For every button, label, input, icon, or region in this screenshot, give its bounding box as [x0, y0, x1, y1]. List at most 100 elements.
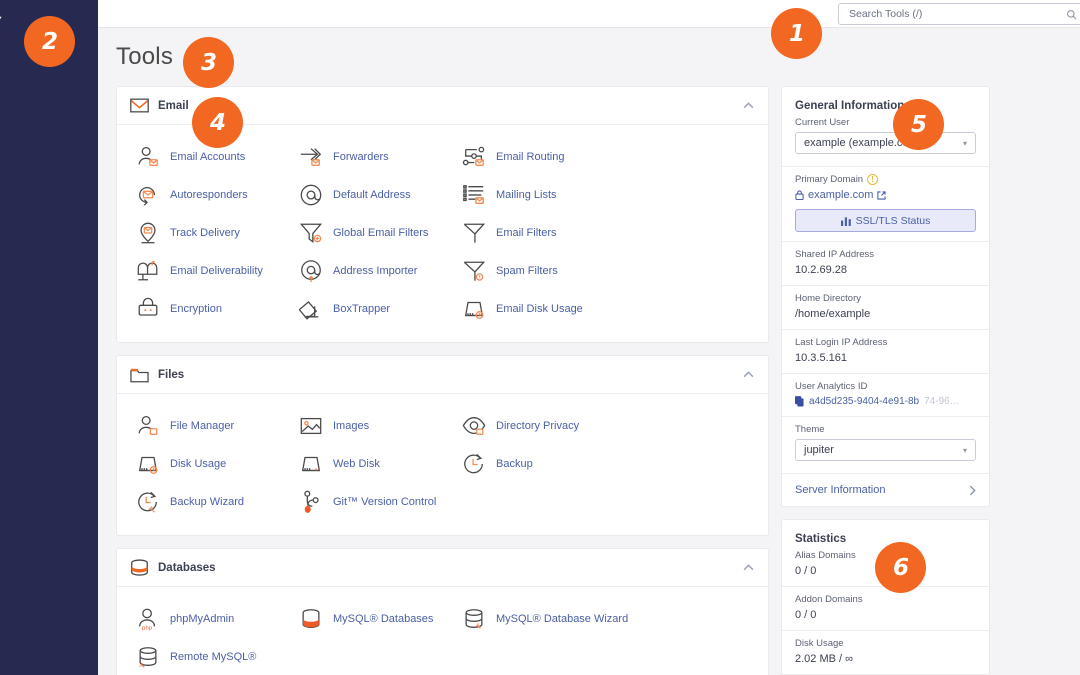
content-area: Email E	[98, 86, 1080, 675]
tool-mysql-database-wizard[interactable]: MySQL® Database Wizard	[443, 600, 606, 638]
tool-email-filters[interactable]: Email Filters	[443, 214, 606, 252]
user-analytics-id-value: a4d5d235-9404-4e91-8b	[809, 396, 919, 407]
statistic-label: Addon Domains	[795, 594, 976, 605]
tool-backup[interactable]: Backup	[443, 445, 606, 483]
annotation-badge-2: 2	[24, 16, 75, 67]
tool-label: Disk Usage	[170, 458, 226, 470]
routing-nodes-icon	[461, 144, 487, 170]
external-link-icon[interactable]	[877, 191, 886, 200]
chevron-down-icon: ▾	[963, 139, 967, 148]
last-login-ip-row: Last Login IP Address 10.3.5.161	[782, 329, 989, 373]
annotation-badge-4: 4	[192, 97, 243, 148]
ssl-tls-status-button[interactable]: SSL/TLS Status	[795, 209, 976, 232]
tool-directory-privacy[interactable]: Directory Privacy	[443, 407, 606, 445]
autoresponder-icon	[135, 182, 161, 208]
statistic-label: Disk Usage	[795, 638, 976, 649]
theme-select[interactable]: jupiter ▾	[795, 439, 976, 461]
tool-phpmyadmin[interactable]: php phpMyAdmin	[117, 600, 280, 638]
user-analytics-id-value-row[interactable]: a4d5d235-9404-4e91-8b74-96…	[795, 396, 976, 407]
chevron-down-icon: ▾	[963, 446, 967, 455]
statistics-row: Disk Usage 2.02 MB / ∞	[782, 630, 989, 674]
tool-mailing-lists[interactable]: Mailing Lists	[443, 176, 606, 214]
tool-global-email-filters[interactable]: Global Email Filters	[280, 214, 443, 252]
statistic-value: 2.02 MB / ∞	[795, 653, 976, 665]
tool-label: Spam Filters	[496, 265, 558, 277]
mailbox-icon	[135, 258, 161, 284]
tool-label: Encryption	[170, 303, 222, 315]
statistic-value: 0 / 0	[795, 609, 976, 621]
last-login-ip-label: Last Login IP Address	[795, 337, 976, 348]
tool-track-delivery[interactable]: Track Delivery	[117, 214, 280, 252]
user-analytics-id-row: User Analytics ID a4d5d235-9404-4e91-8b7…	[782, 373, 989, 416]
annotation-badge-1: 1	[771, 8, 822, 59]
home-directory-row: Home Directory /home/example	[782, 285, 989, 329]
section-header-files[interactable]: Files	[117, 356, 768, 394]
database-filled-icon	[298, 606, 324, 632]
tool-autoresponders[interactable]: Autoresponders	[117, 176, 280, 214]
tool-label: Remote MySQL®	[170, 651, 256, 663]
tool-encryption[interactable]: Encryption	[117, 290, 280, 328]
list-mail-icon	[461, 182, 487, 208]
tool-boxtrapper[interactable]: BoxTrapper	[280, 290, 443, 328]
search-input[interactable]	[847, 7, 1066, 21]
tool-default-address[interactable]: Default Address	[280, 176, 443, 214]
disk-clock-icon	[135, 451, 161, 477]
tool-images[interactable]: Images	[280, 407, 443, 445]
chevron-up-icon[interactable]	[743, 371, 754, 378]
primary-domain-value-row[interactable]: example.com	[795, 189, 976, 201]
chevron-up-icon[interactable]	[743, 102, 754, 109]
section-card-files: Files F	[116, 355, 769, 536]
annotation-badge-3: 3	[183, 37, 234, 88]
tool-label: Directory Privacy	[496, 420, 579, 432]
main-region: Tools Email	[98, 0, 1080, 675]
tool-disk-usage[interactable]: Disk Usage	[117, 445, 280, 483]
clock-arrow-icon	[461, 451, 487, 477]
tool-email-routing[interactable]: Email Routing	[443, 138, 606, 176]
tool-file-manager[interactable]: File Manager	[117, 407, 280, 445]
section-title-databases: Databases	[158, 562, 216, 574]
tool-label: Email Disk Usage	[496, 303, 583, 315]
primary-domain-label-text: Primary Domain	[795, 174, 863, 185]
tool-spam-filters[interactable]: Spam Filters	[443, 252, 606, 290]
shared-ip-label: Shared IP Address	[795, 249, 976, 260]
copy-icon[interactable]	[795, 396, 804, 407]
tool-label: Git™ Version Control	[333, 496, 436, 508]
tool-label: Backup	[496, 458, 533, 470]
tool-mysql-databases[interactable]: MySQL® Databases	[280, 600, 443, 638]
current-user-select[interactable]: example (example.com) ▾	[795, 132, 976, 154]
chevron-up-icon[interactable]	[743, 564, 754, 571]
tool-remote-mysql[interactable]: Remote MySQL®	[117, 638, 280, 675]
sidebar: y t eam	[0, 0, 98, 675]
tool-label: Default Address	[333, 189, 411, 201]
server-information-link[interactable]: Server Information	[782, 473, 989, 506]
tool-label: Autoresponders	[170, 189, 248, 201]
current-user-row: Current User example (example.com) ▾	[782, 115, 989, 166]
tool-email-accounts[interactable]: Email Accounts	[117, 138, 280, 176]
lock-box-icon	[135, 296, 161, 322]
tool-forwarders[interactable]: Forwarders	[280, 138, 443, 176]
tool-address-importer[interactable]: Address Importer	[280, 252, 443, 290]
tool-label: MySQL® Database Wizard	[496, 613, 628, 625]
database-icon	[130, 558, 149, 577]
section-header-databases[interactable]: Databases	[117, 549, 768, 587]
annotation-badge-5: 5	[893, 99, 944, 150]
chevron-right-icon	[969, 485, 976, 496]
tool-label: Address Importer	[333, 265, 417, 277]
info-icon[interactable]: !	[867, 174, 878, 185]
tool-label: File Manager	[170, 420, 234, 432]
tool-label: Email Filters	[496, 227, 557, 239]
tool-git-version-control[interactable]: Git™ Version Control	[280, 483, 443, 521]
arrow-forward-mail-icon	[298, 144, 324, 170]
search-tools-box[interactable]	[838, 3, 1080, 25]
general-information-title: General Information	[782, 87, 989, 115]
disk-clock-icon	[461, 296, 487, 322]
funnel-icon	[461, 220, 487, 246]
search-icon[interactable]	[1066, 9, 1077, 20]
section-title-email: Email	[158, 100, 189, 112]
tool-email-deliverability[interactable]: Email Deliverability	[117, 252, 280, 290]
tool-backup-wizard[interactable]: Backup Wizard	[117, 483, 280, 521]
tool-email-disk-usage[interactable]: Email Disk Usage	[443, 290, 606, 328]
tool-web-disk[interactable]: Web Disk	[280, 445, 443, 483]
eye-lock-icon	[461, 413, 487, 439]
funnel-plus-icon	[298, 220, 324, 246]
